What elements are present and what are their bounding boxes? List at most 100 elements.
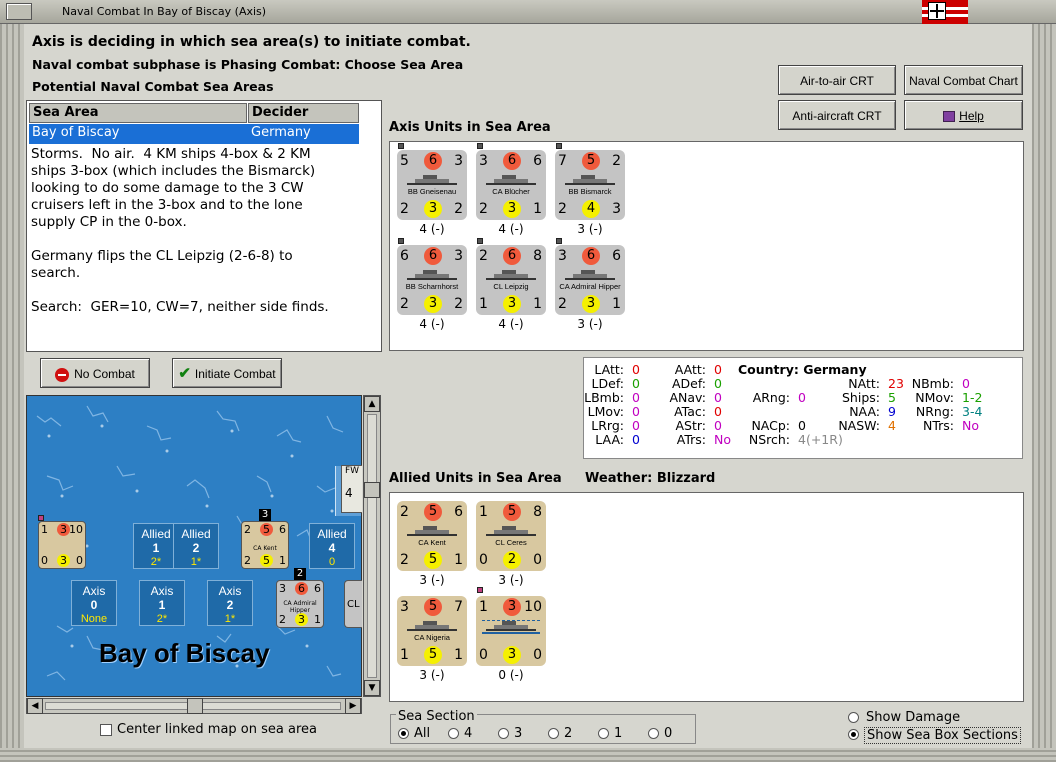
unit-bottom-left-value: 0 — [479, 552, 488, 568]
show-damage-radio[interactable] — [848, 712, 859, 723]
unit-top-right-value: 6 — [279, 523, 286, 536]
show-sea-box-sections-radio[interactable] — [848, 729, 859, 740]
unit-top-left-value: 3 — [558, 248, 567, 264]
stat-label-nsrch: NSrch: — [748, 432, 790, 447]
unit-bottom-left-value: 2 — [279, 613, 286, 626]
axis-sea-box-0[interactable]: Axis 0 None — [71, 580, 117, 626]
anti-aircraft-crt-button[interactable]: Anti-aircraft CRT — [778, 100, 896, 130]
unit-bottom-left-value: 2 — [558, 201, 567, 217]
unit-top-right-value: 8 — [533, 248, 542, 264]
table-row[interactable]: Bay of Biscay Germany — [29, 124, 359, 144]
ship-silhouette-icon — [407, 270, 457, 280]
unit-attack-value: 3 — [503, 598, 521, 616]
unit-attack-value: 5 — [260, 523, 273, 536]
sea-section-option-label: 3 — [514, 726, 523, 741]
scroll-thumb[interactable] — [364, 482, 380, 498]
scroll-thumb[interactable] — [187, 698, 203, 714]
no-combat-button[interactable]: No Combat — [40, 358, 150, 388]
stat-label-latt: LAtt: — [594, 362, 624, 377]
stat-label-atrs: ATrs: — [676, 432, 706, 447]
map-cl-counter-edge[interactable]: CL — [344, 580, 362, 628]
unit-attack-value: 5 — [424, 598, 442, 616]
unit-name: CA Nigeria — [414, 633, 450, 642]
sea-section-radio-1[interactable] — [598, 728, 609, 739]
stat-value-naa: 9 — [888, 404, 896, 419]
unit-name: CA Blücher — [492, 187, 530, 196]
allied-ship-counter[interactable]: 1 5 8 CL Ceres 0 2 0 — [476, 501, 546, 571]
system-menu-button[interactable] — [6, 3, 32, 20]
axis-ship-counter[interactable]: 5 6 3 BB Gneisenau 2 3 2 — [397, 150, 467, 220]
map-horizontal-scrollbar[interactable]: ◀ ▶ — [26, 698, 362, 714]
allied-ship-counter[interactable]: 3 5 7 CA Nigeria 1 5 1 — [397, 596, 467, 666]
unit-status-pip — [556, 238, 562, 244]
allied-sea-box-2[interactable]: Allied 2 1* — [173, 523, 219, 569]
unit-top-left-value: 6 — [400, 248, 409, 264]
sea-section-radio-0[interactable] — [648, 728, 659, 739]
unit-top-right-value: 2 — [612, 153, 621, 169]
center-linked-checkbox[interactable] — [100, 724, 112, 736]
sea-section-radio-2[interactable] — [548, 728, 559, 739]
map-convoy-counter[interactable]: 1 3 10 0 3 0 — [38, 521, 86, 569]
axis-ship-counter[interactable]: 7 5 2 BB Bismarck 2 4 3 — [555, 150, 625, 220]
unit-top-right-value: 10 — [69, 523, 83, 536]
axis-ship-counter[interactable]: 2 6 8 CL Leipzig 1 3 1 — [476, 245, 546, 315]
unit-top-left-value: 1 — [41, 523, 48, 536]
stat-value-nasw: 4 — [888, 418, 896, 433]
scroll-track[interactable] — [367, 414, 377, 678]
help-label: Help — [959, 109, 984, 123]
column-header-decider[interactable]: Decider — [248, 103, 359, 123]
ship-silhouette-icon — [407, 175, 457, 185]
sea-section-radio-all[interactable] — [398, 728, 409, 739]
sea-section-radio-3[interactable] — [498, 728, 509, 739]
column-header-sea-area[interactable]: Sea Area — [29, 103, 247, 123]
ship-silhouette-icon — [565, 175, 615, 185]
unit-stack-count: 3 (-) — [577, 222, 603, 236]
sea-box-side: Axis — [82, 584, 106, 598]
axis-ship-counter[interactable]: 3 6 6 CA Admiral Hipper 2 3 1 — [555, 245, 625, 315]
sea-section-radio-4[interactable] — [448, 728, 459, 739]
naval-combat-chart-button[interactable]: Naval Combat Chart — [904, 65, 1023, 95]
allied-ship-counter[interactable]: 2 5 6 CA Kent 2 5 1 — [397, 501, 467, 571]
scroll-down-button[interactable]: ▼ — [364, 680, 380, 696]
stat-label-nasw: NASW: — [838, 418, 880, 433]
allied-convoy-counter[interactable]: 1 3 10 0 3 0 — [476, 596, 546, 666]
axis-ship-counter[interactable]: 3 6 6 CA Blücher 2 3 1 — [476, 150, 546, 220]
stat-label-laa: LAA: — [595, 432, 624, 447]
initiate-combat-button[interactable]: ✔ Initiate Combat — [172, 358, 282, 388]
unit-aa-value: 2 — [503, 551, 521, 569]
sea-section-option-label: All — [414, 726, 431, 741]
no-entry-icon — [55, 367, 70, 382]
axis-sea-box-1[interactable]: Axis 1 2* — [139, 580, 185, 626]
allied-units-label: Allied Units in Sea Area — [389, 471, 562, 486]
unit-bottom-left-value: 2 — [558, 296, 567, 312]
unit-attack-value: 6 — [503, 152, 521, 170]
air-to-air-crt-button[interactable]: Air-to-air CRT — [778, 65, 896, 95]
stat-label-nacp: NACp: — [751, 418, 790, 433]
unit-bottom-left-value: 2 — [400, 201, 409, 217]
axis-sea-box-2[interactable]: Axis 2 1* — [207, 580, 253, 626]
unit-stack-count: 0 (-) — [498, 668, 524, 682]
convoy-icon — [482, 620, 540, 634]
help-button[interactable]: Help — [904, 100, 1023, 130]
unit-bottom-left-value: 1 — [479, 296, 488, 312]
unit-name: BB Scharnhorst — [405, 282, 459, 291]
unit-name: CA Admiral Hipper — [559, 282, 621, 291]
axis-ship-counter[interactable]: 6 6 3 BB Scharnhorst 2 3 2 — [397, 245, 467, 315]
unit-bottom-left-value: 2 — [400, 296, 409, 312]
stat-label-adef: ADef: — [671, 376, 706, 391]
scroll-right-button[interactable]: ▶ — [345, 698, 361, 714]
stat-value-astr: 0 — [714, 418, 722, 433]
unit-bottom-right-value: 1 — [612, 296, 621, 312]
map-fw-counter-edge[interactable]: FW 4 — [341, 465, 362, 513]
scroll-up-button[interactable]: ▲ — [364, 396, 380, 412]
sea-box-number: 1 — [152, 541, 160, 555]
map-unit-value: 4 — [345, 486, 353, 500]
unit-status-pip — [398, 238, 404, 244]
map-vertical-scrollbar[interactable]: ▲ ▼ — [363, 395, 381, 697]
sea-box-number: 4 — [328, 541, 336, 555]
sea-area-table: Sea Area Decider Bay of Biscay Germany S… — [26, 100, 382, 352]
allied-sea-box-4[interactable]: Allied 4 0 — [309, 523, 355, 569]
unit-top-right-value: 6 — [454, 504, 463, 520]
scroll-left-button[interactable]: ◀ — [27, 698, 43, 714]
sea-box-number: 2 — [226, 598, 234, 612]
